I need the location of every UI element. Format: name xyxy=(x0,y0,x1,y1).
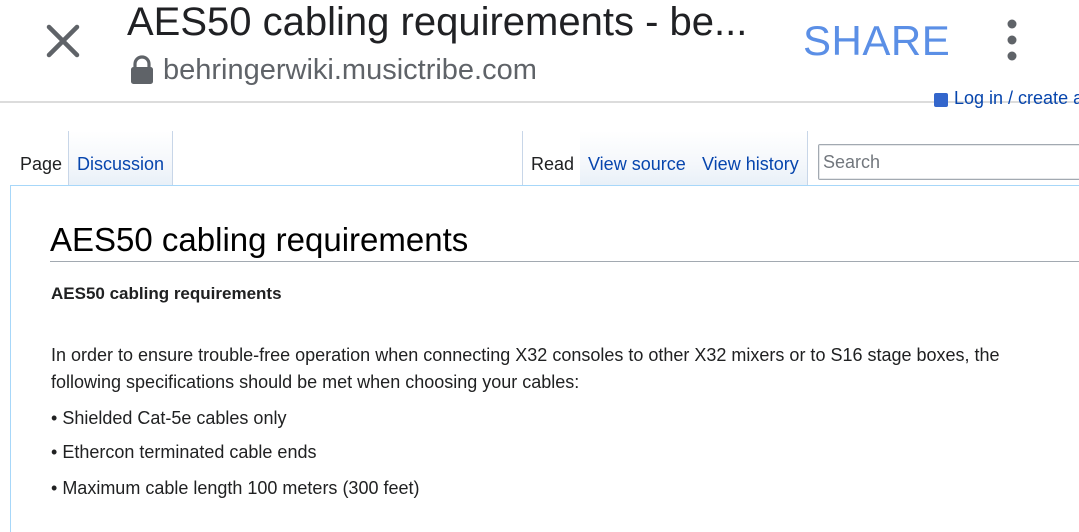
list-item-text: Ethercon terminated cable ends xyxy=(62,442,317,462)
tab-view-history[interactable]: View history xyxy=(694,131,808,186)
tab-view-history-label: View history xyxy=(702,154,799,174)
tab-read-label: Read xyxy=(531,154,575,174)
url-bar[interactable]: behringerwiki.musictribe.com xyxy=(130,52,537,88)
share-button[interactable]: SHARE xyxy=(803,18,950,64)
lock-icon xyxy=(130,55,154,85)
page-tabs: Page Discussion Read View source View hi… xyxy=(0,131,1079,187)
tab-page-label: Page xyxy=(20,154,63,174)
search-input[interactable] xyxy=(819,145,1079,179)
tab-view-source-label: View source xyxy=(588,154,686,174)
user-icon xyxy=(934,93,948,107)
close-button[interactable] xyxy=(40,18,86,64)
browser-page-title: AES50 cabling requirements - be... xyxy=(127,0,748,44)
list-item-text: Shielded Cat-5e cables only xyxy=(62,408,287,428)
close-icon xyxy=(46,24,80,58)
tab-read[interactable]: Read xyxy=(522,131,584,186)
tab-discussion-label: Discussion xyxy=(77,154,165,174)
more-vert-icon xyxy=(1007,19,1017,61)
tab-page[interactable]: Page xyxy=(12,131,71,186)
list-item: • Ethercon terminated cable ends xyxy=(51,442,317,462)
overflow-menu-button[interactable] xyxy=(996,18,1028,62)
login-link[interactable]: Log in / create ac xyxy=(954,90,1079,108)
intro-paragraph: In order to ensure trouble-free operatio… xyxy=(51,345,1000,392)
list-item: • Maximum cable length 100 meters (300 fe… xyxy=(51,478,420,498)
page-title: AES50 cabling requirements xyxy=(50,220,1079,262)
tab-view-source[interactable]: View source xyxy=(580,131,695,186)
bold-subtitle: AES50 cabling requirements xyxy=(51,284,282,303)
requirements-list: • Shielded Cat-5e cables only • Ethercon t… xyxy=(51,405,419,502)
list-item: • Shielded Cat-5e cables only xyxy=(51,408,287,428)
search-box xyxy=(818,144,1079,180)
url-text: behringerwiki.musictribe.com xyxy=(163,53,537,86)
list-item-text: Maximum cable length 100 meters (300 fee… xyxy=(62,478,420,498)
article-content: AES50 cabling requirements AES50 cabling… xyxy=(10,185,1079,532)
tab-discussion[interactable]: Discussion xyxy=(68,131,174,186)
personal-tools: Log in / create ac xyxy=(934,90,1079,108)
browser-toolbar: AES50 cabling requirements - be... behri… xyxy=(0,0,1079,103)
